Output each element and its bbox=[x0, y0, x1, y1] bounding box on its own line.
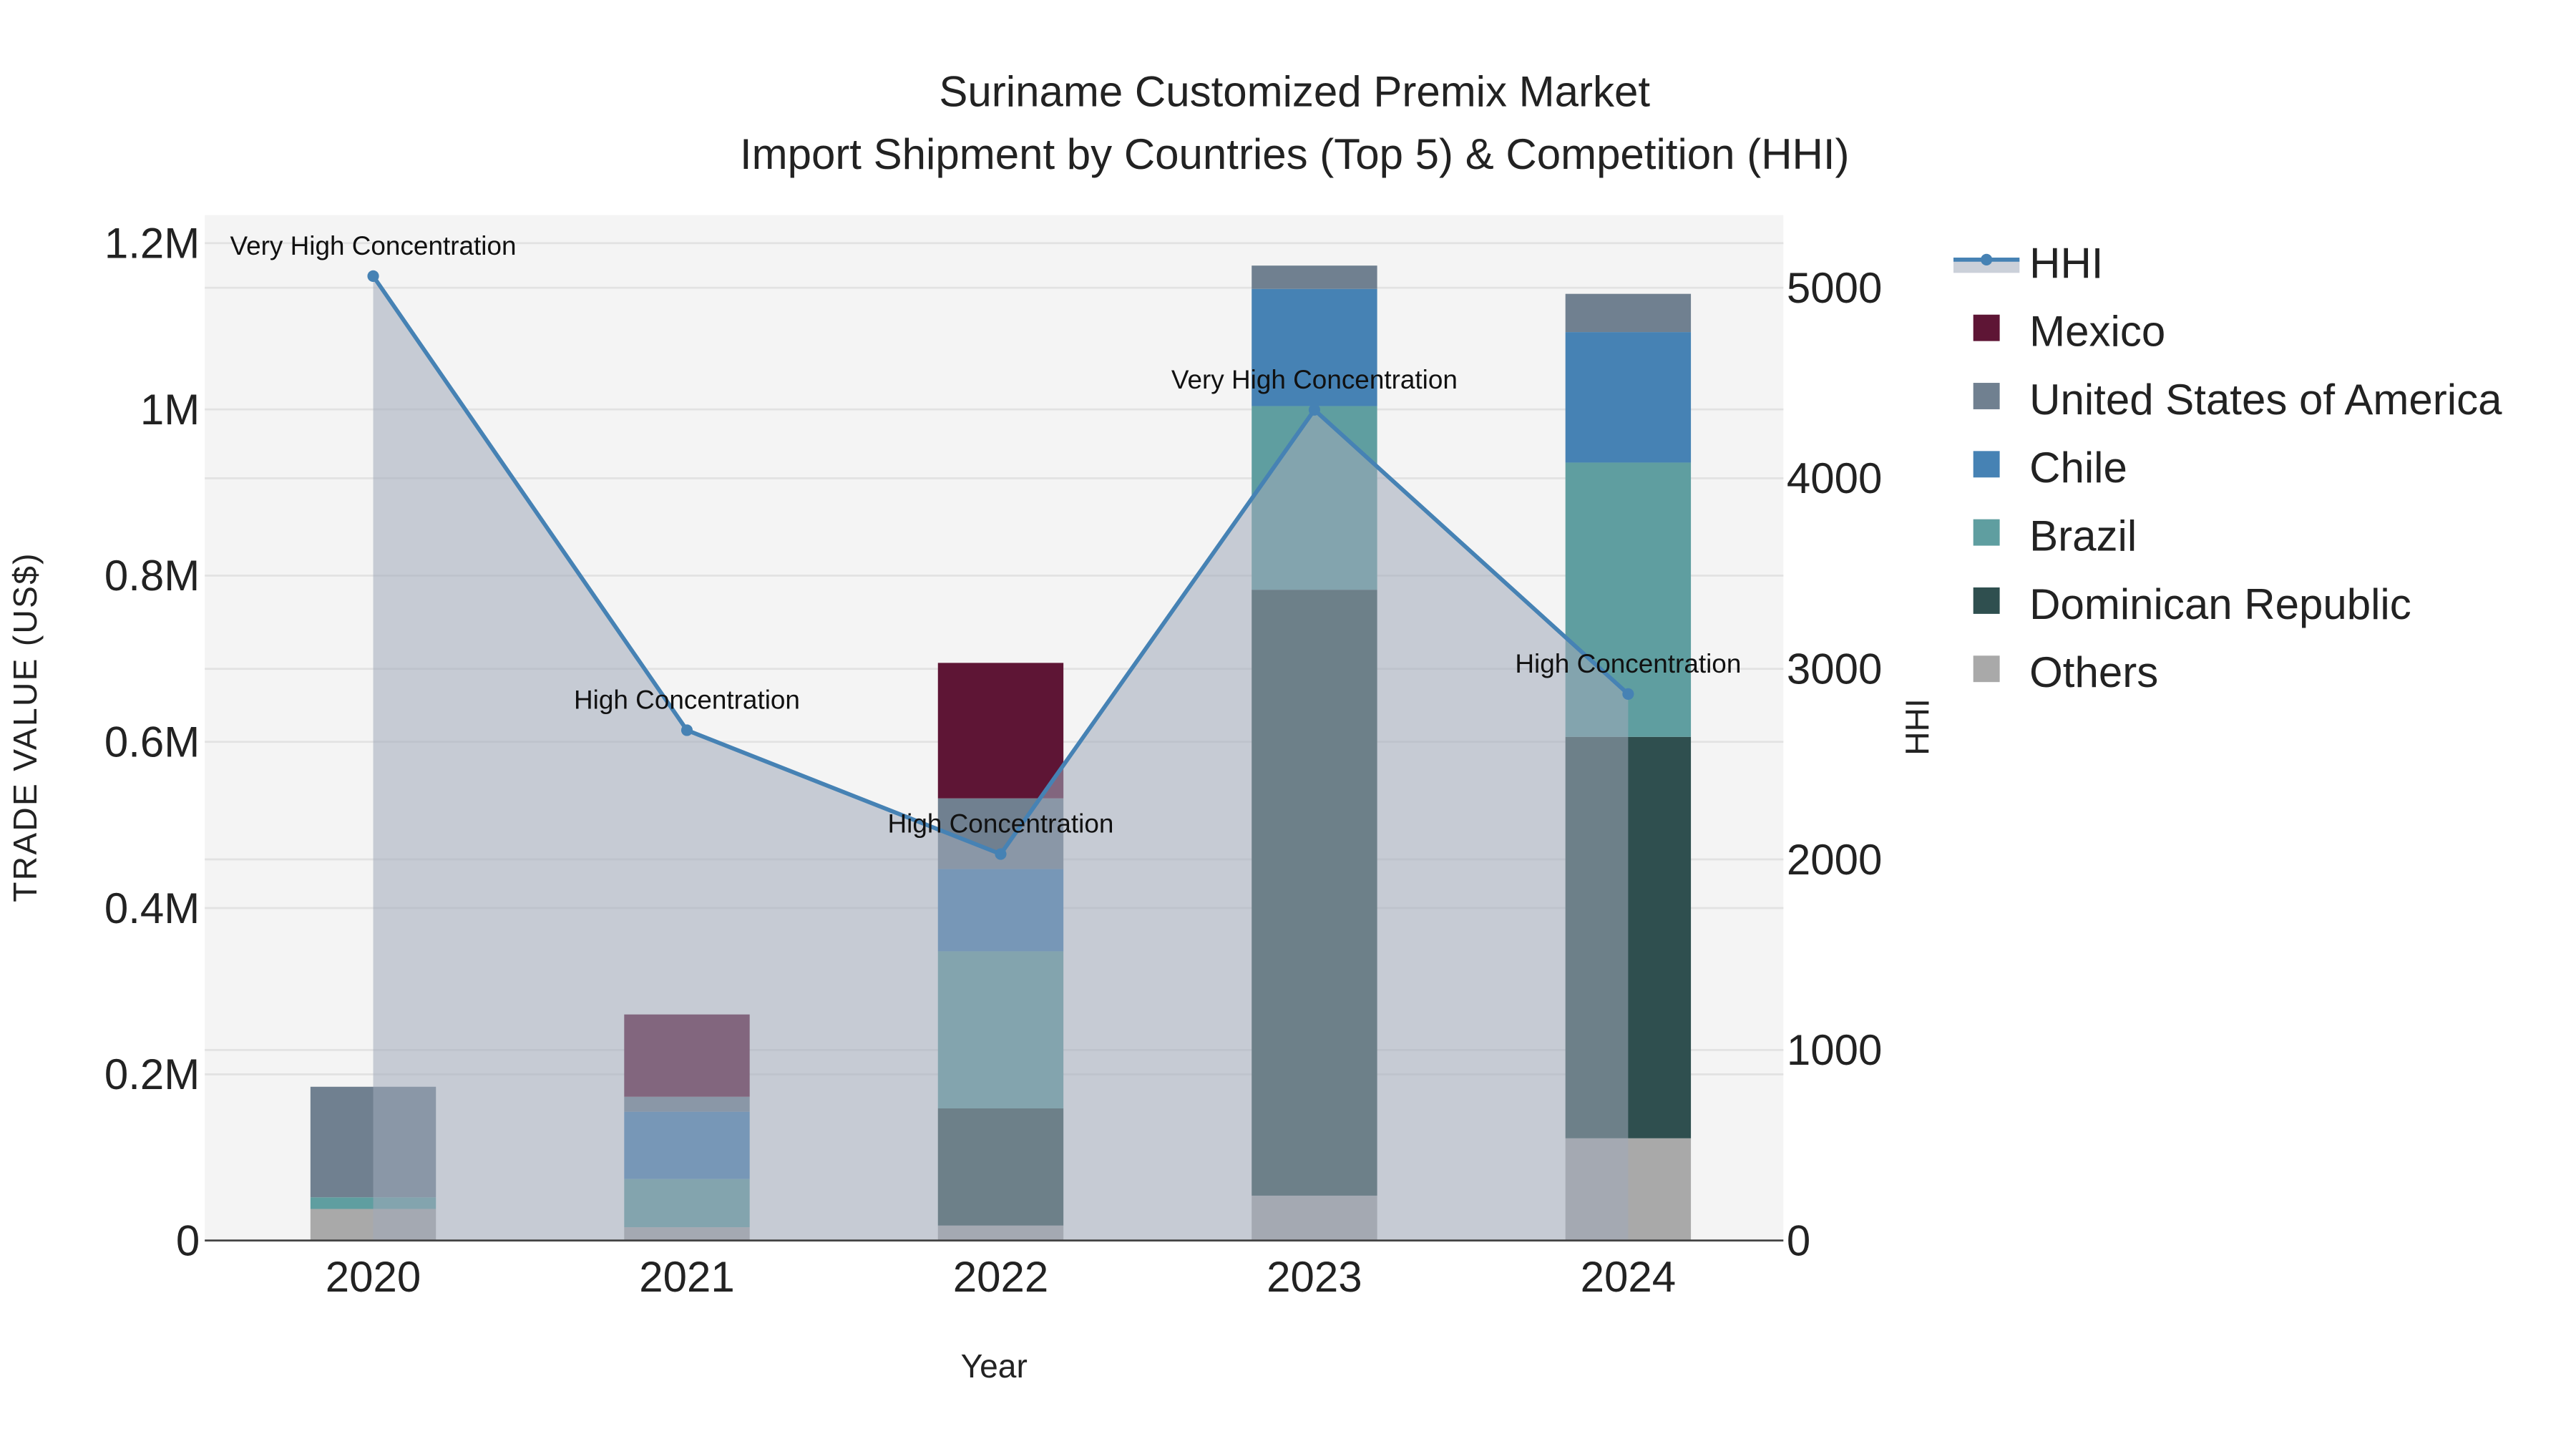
x-tick-label: 2023 bbox=[1267, 1253, 1362, 1301]
y-tick-label: 0 bbox=[176, 1216, 200, 1264]
y2-tick-label: 4000 bbox=[1787, 454, 1882, 502]
legend-label: United States of America bbox=[2029, 376, 2502, 424]
y-tick-label: 0.8M bbox=[104, 552, 200, 600]
hhi-point-2020 bbox=[367, 270, 379, 282]
y-tick-label: 1.2M bbox=[104, 220, 200, 268]
x-axis-title: Year bbox=[961, 1347, 1028, 1385]
legend-label: Chile bbox=[2029, 444, 2127, 492]
legend-hhi-marker-icon bbox=[1981, 253, 1993, 265]
y2-tick-label: 0 bbox=[1787, 1216, 1810, 1264]
x-tick-label: 2020 bbox=[326, 1253, 421, 1301]
y-axis-title: TRADE VALUE (US$) bbox=[6, 552, 44, 902]
hhi-annotation: High Concentration bbox=[1515, 649, 1741, 678]
legend-swatch-mexico bbox=[1973, 314, 2000, 341]
y2-tick-label: 2000 bbox=[1787, 836, 1882, 884]
hhi-point-2023 bbox=[1308, 404, 1320, 416]
legend-label: Brazil bbox=[2029, 512, 2137, 560]
legend-swatch-united-states-of-america bbox=[1973, 383, 2000, 409]
hhi-annotation: High Concentration bbox=[887, 809, 1113, 839]
bar-united-states-of-america-2024 bbox=[1565, 293, 1692, 333]
x-tick-label: 2021 bbox=[639, 1253, 734, 1301]
bar-united-states-of-america-2023 bbox=[1252, 265, 1377, 289]
legend-label: HHI bbox=[2029, 239, 2103, 287]
y2-tick-label: 3000 bbox=[1787, 645, 1882, 693]
hhi-annotation: Very High Concentration bbox=[230, 231, 517, 260]
x-tick-label: 2022 bbox=[953, 1253, 1048, 1301]
y-tick-label: 0.6M bbox=[104, 718, 200, 766]
hhi-point-2022 bbox=[995, 848, 1007, 860]
legend-label: Dominican Republic bbox=[2029, 580, 2411, 628]
bar-chile-2024 bbox=[1565, 332, 1692, 463]
legend-swatch-brazil bbox=[1973, 519, 2000, 546]
legend-swatch-others bbox=[1973, 655, 2000, 683]
chart-subtitle: Import Shipment by Countries (Top 5) & C… bbox=[740, 130, 1850, 178]
chart: Very High Concentration High Concentratio… bbox=[6, 67, 2502, 1385]
legend-swatch-dominican-republic bbox=[1973, 587, 2000, 614]
y-tick-label: 1M bbox=[140, 386, 200, 434]
y-tick-label: 0.2M bbox=[104, 1050, 200, 1098]
hhi-annotation: Very High Concentration bbox=[1171, 365, 1458, 394]
legend-label: Others bbox=[2029, 648, 2158, 696]
y2-tick-label: 5000 bbox=[1787, 264, 1882, 312]
x-tick-label: 2024 bbox=[1581, 1253, 1676, 1301]
bar-mexico-2022 bbox=[937, 663, 1064, 799]
chart-title: Suriname Customized Premix Market bbox=[939, 67, 1650, 115]
y2-tick-label: 1000 bbox=[1787, 1026, 1882, 1074]
hhi-annotation: High Concentration bbox=[574, 685, 800, 714]
legend-swatch-chile bbox=[1973, 451, 2000, 478]
hhi-point-2021 bbox=[680, 724, 693, 736]
legend: HHI Mexico United States of America Chile Br… bbox=[1953, 239, 2502, 696]
y-tick-label: 0.4M bbox=[104, 884, 200, 932]
y2-axis-title: HHI bbox=[1898, 698, 1936, 755]
legend-label: Mexico bbox=[2029, 308, 2165, 356]
hhi-point-2024 bbox=[1622, 688, 1634, 700]
